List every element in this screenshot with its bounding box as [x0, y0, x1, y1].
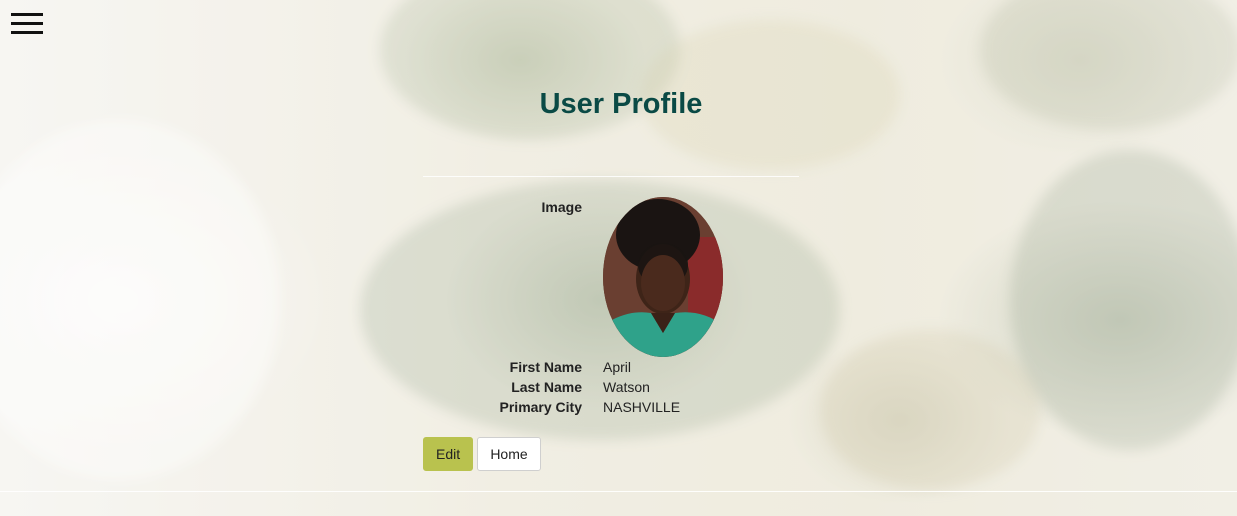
- last-name-label: Last Name: [511, 379, 582, 395]
- home-button[interactable]: Home: [477, 437, 541, 471]
- last-name-value: Watson: [603, 379, 650, 395]
- first-name-value: April: [603, 359, 632, 375]
- primary-city-value: NASHVILLE: [603, 399, 681, 415]
- primary-city-label: Primary City: [499, 399, 582, 415]
- first-name-label: First Name: [509, 359, 582, 375]
- footer-divider: [0, 491, 1237, 492]
- avatar: [603, 197, 723, 357]
- title-divider: [423, 176, 799, 177]
- user-photo: [603, 197, 723, 357]
- hamburger-menu-icon[interactable]: [11, 13, 43, 35]
- edit-button[interactable]: Edit: [423, 437, 473, 471]
- image-label: Image: [541, 199, 582, 215]
- page-title: User Profile: [539, 88, 703, 120]
